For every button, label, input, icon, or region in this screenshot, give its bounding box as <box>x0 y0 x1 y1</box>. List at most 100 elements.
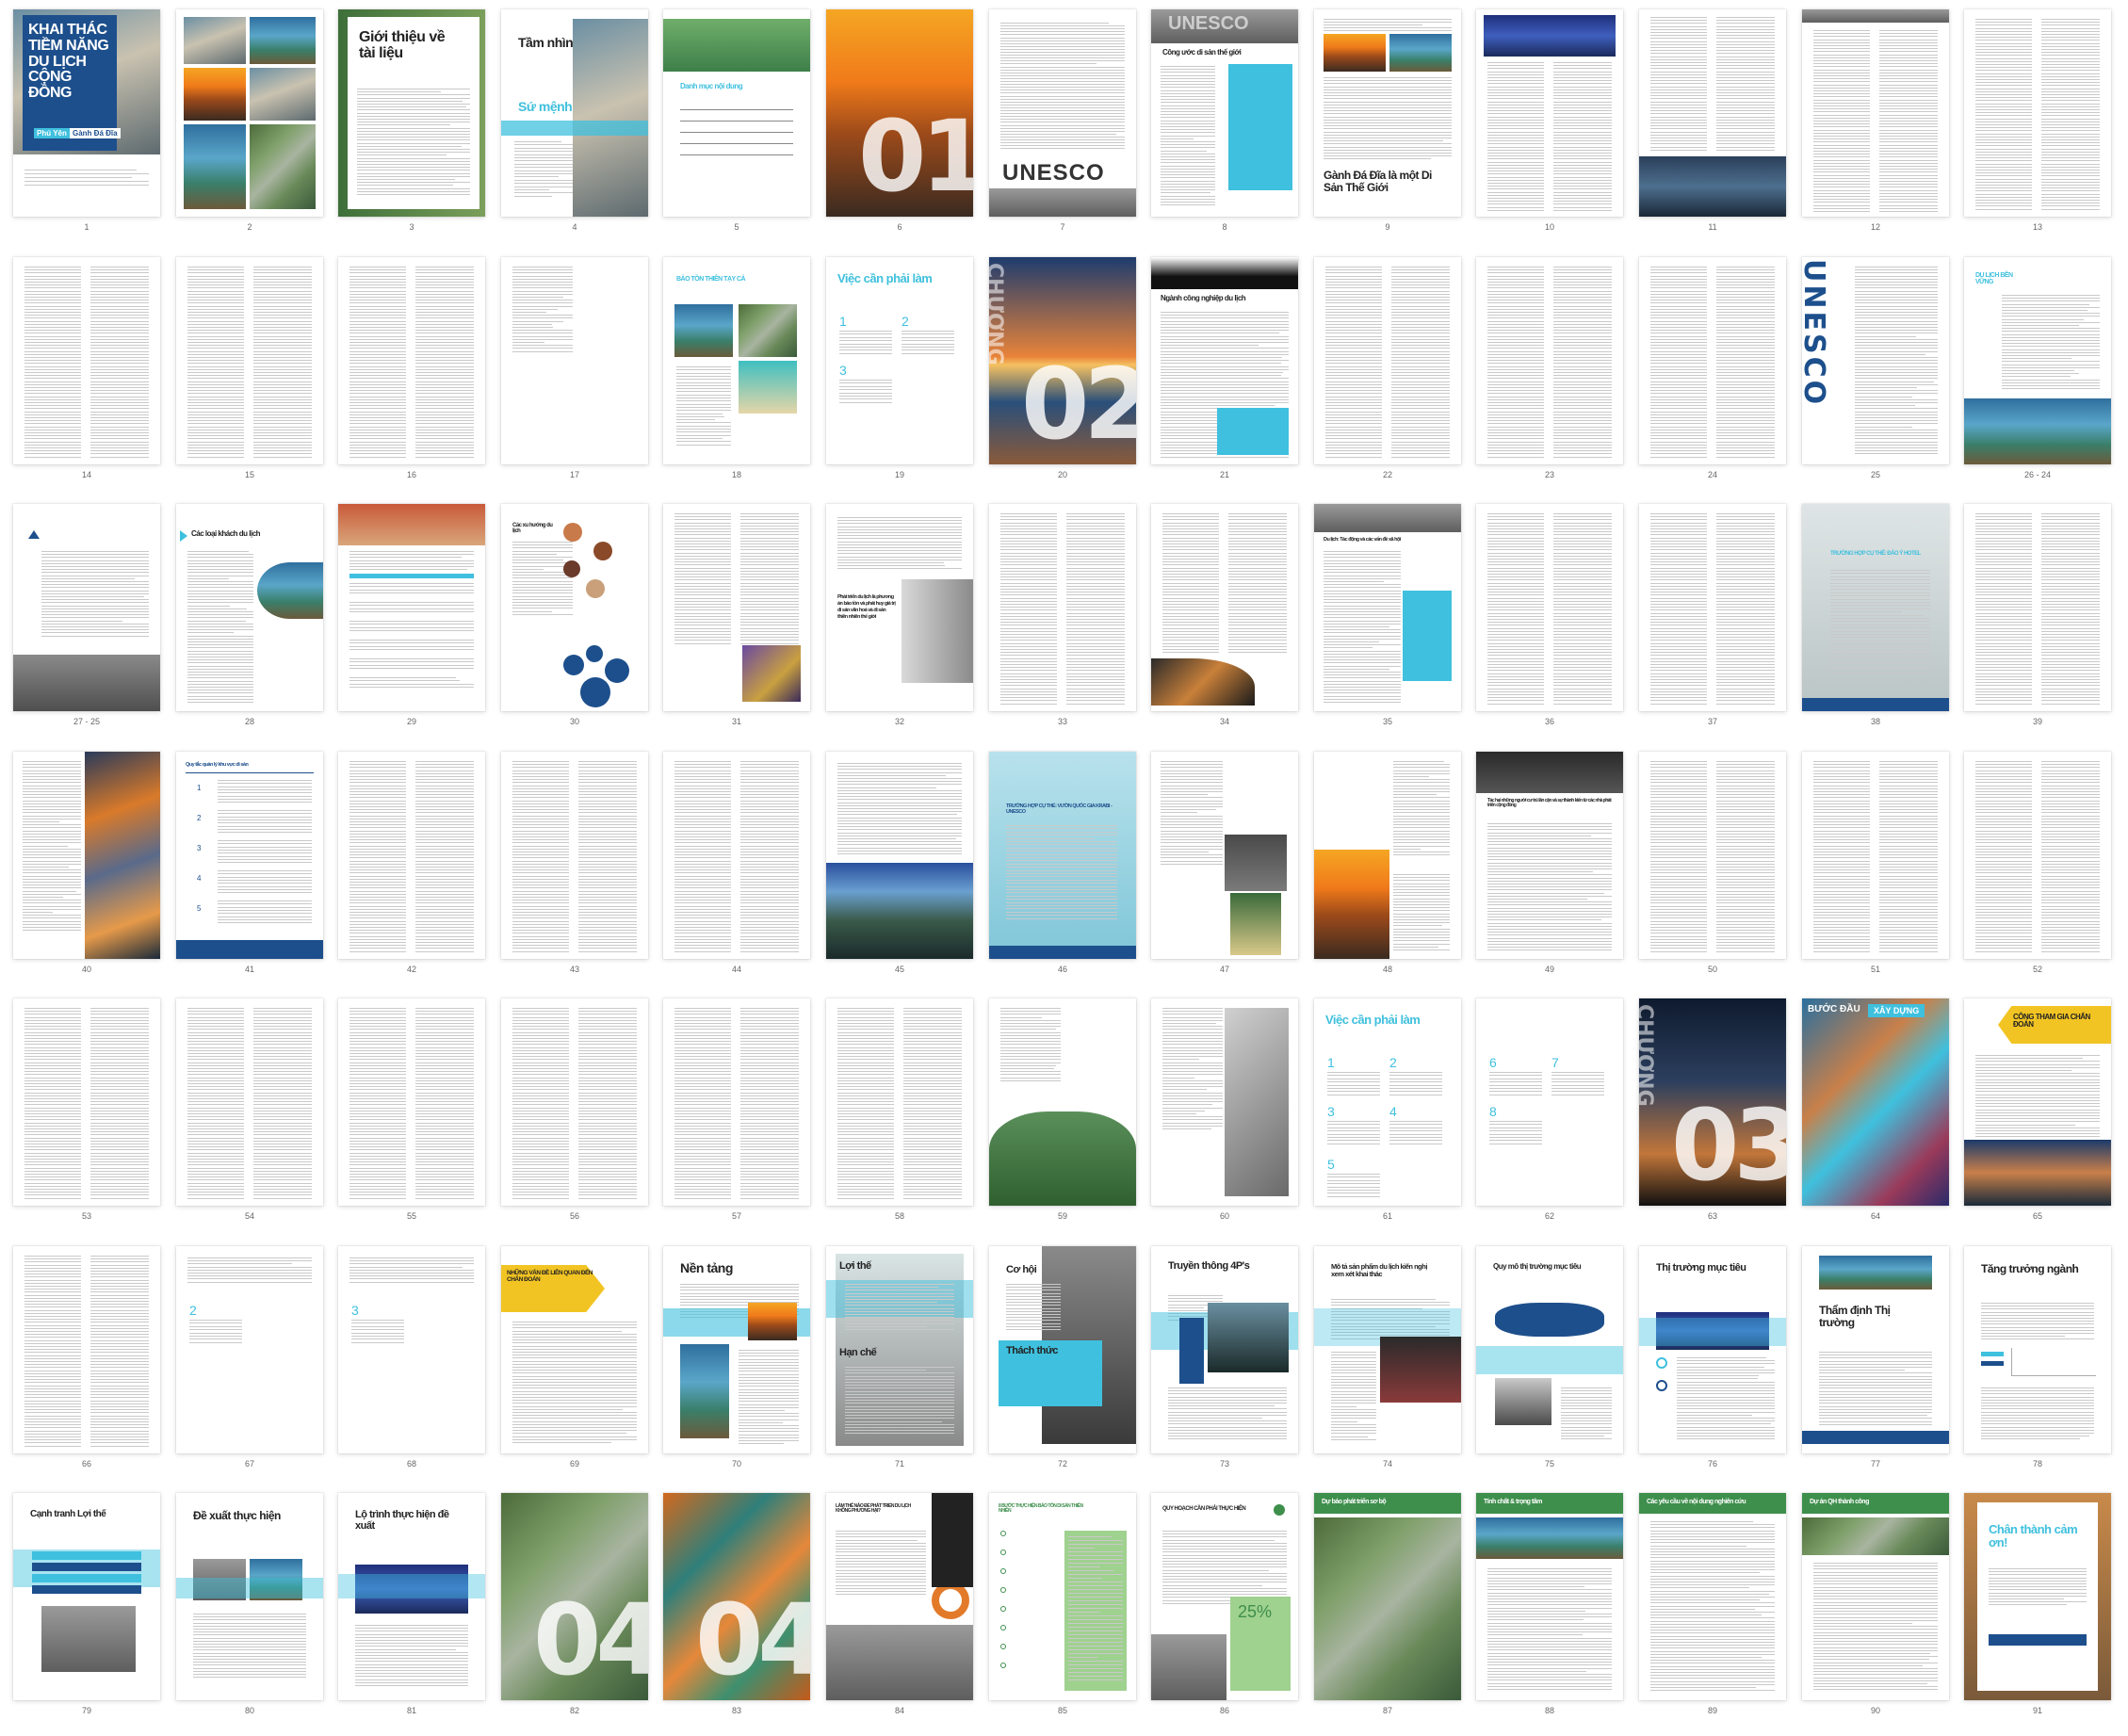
page-thumbnail[interactable]: 33 <box>982 500 1144 747</box>
page-preview[interactable]: UNESCO <box>989 9 1136 217</box>
page-thumbnail[interactable]: CHƯƠNG 02 20 <box>982 253 1144 500</box>
page-preview[interactable]: Giới thiệu về tài liệu <box>338 9 485 217</box>
page-thumbnail[interactable]: 56 <box>494 995 656 1241</box>
page-thumbnail[interactable]: 17 <box>494 253 656 500</box>
page-thumbnail[interactable]: 23 <box>1469 253 1631 500</box>
page-preview[interactable]: Tác hại những người cư trú lân cận và sự… <box>1476 752 1623 959</box>
page-thumbnail[interactable]: 31 <box>656 500 818 747</box>
page-preview[interactable] <box>1639 752 1786 959</box>
page-preview[interactable] <box>13 998 160 1206</box>
page-preview[interactable]: CHƯƠNG 02 <box>989 257 1136 464</box>
page-preview[interactable] <box>989 998 1136 1206</box>
page-preview[interactable] <box>176 9 323 217</box>
page-thumbnail[interactable]: 15 <box>169 253 331 500</box>
page-thumbnail[interactable]: 12 <box>1795 6 1957 252</box>
page-preview[interactable] <box>1151 752 1298 959</box>
page-preview[interactable] <box>13 504 160 711</box>
page-thumbnail[interactable]: 27 - 25 <box>6 500 168 747</box>
page-thumbnail[interactable]: 58 <box>819 995 981 1241</box>
page-thumbnail[interactable]: 2 67 <box>169 1242 331 1489</box>
page-thumbnail[interactable]: 39 <box>1957 500 2119 747</box>
page-preview[interactable]: Ngành công nghiệp du lịch <box>1151 257 1298 464</box>
page-thumbnail[interactable]: 53 <box>6 995 168 1241</box>
page-thumbnail[interactable]: Du lịch: Tác động và các vấn đề xã hội 35 <box>1307 500 1469 747</box>
page-thumbnail[interactable]: Ngành công nghiệp du lịch 21 <box>1144 253 1306 500</box>
page-thumbnail[interactable]: 43 <box>494 748 656 995</box>
page-thumbnail[interactable]: 24 <box>1632 253 1794 500</box>
page-thumbnail[interactable]: 42 <box>331 748 493 995</box>
page-preview[interactable] <box>826 998 973 1206</box>
page-preview[interactable] <box>1639 504 1786 711</box>
page-thumbnail[interactable]: 6 7 8 62 <box>1469 995 1631 1241</box>
page-preview[interactable] <box>13 752 160 959</box>
page-thumbnail[interactable]: Các loại khách du lịch 28 <box>169 500 331 747</box>
page-preview[interactable] <box>501 257 648 464</box>
page-thumbnail[interactable]: UNESCO Công ước di sản thế giới 8 <box>1144 6 1306 252</box>
page-thumbnail[interactable]: Tầm nhìn Sứ mệnh 4 <box>494 6 656 252</box>
page-preview[interactable] <box>1802 752 1949 959</box>
page-thumbnail[interactable]: BƯỚC ĐẦU XÂY DỰNG 64 <box>1795 995 1957 1241</box>
page-preview[interactable] <box>13 257 160 464</box>
page-preview[interactable]: BẢO TỒN THIÊN TẠY CẢ <box>663 257 810 464</box>
page-preview[interactable] <box>663 998 810 1206</box>
page-thumbnail[interactable]: 01 6 <box>819 6 981 252</box>
page-preview[interactable] <box>1964 752 2111 959</box>
page-thumbnail[interactable]: 16 <box>331 253 493 500</box>
page-thumbnail[interactable]: 51 <box>1795 748 1957 995</box>
page-preview[interactable]: DU LỊCH BỀN VỮNG <box>1964 257 2111 464</box>
page-thumbnail[interactable]: 59 <box>982 995 1144 1241</box>
page-preview[interactable]: Gành Đá Đĩa là một Di Sản Thế Giới <box>1314 9 1461 217</box>
page-preview[interactable]: 678 <box>1476 998 1623 1206</box>
page-thumbnail[interactable]: Gành Đá Đĩa là một Di Sản Thế Giới 9 <box>1307 6 1469 252</box>
page-preview[interactable] <box>338 998 485 1206</box>
page-thumbnail[interactable]: TRƯỜNG HỢP CỤ THỂ: ĐẢO Ý HOTEL 38 <box>1795 500 1957 747</box>
page-preview[interactable] <box>1314 752 1461 959</box>
page-preview[interactable]: Các xu hướng du lịch <box>501 504 648 711</box>
page-preview[interactable] <box>1964 504 2111 711</box>
page-preview[interactable]: 01 <box>826 9 973 217</box>
page-preview[interactable] <box>989 504 1136 711</box>
page-preview[interactable]: Quy tắc quản lý khu vực di sản 1 2 3 4 5 <box>176 752 323 959</box>
page-thumbnail[interactable]: Việc cần phải làm 1 2 3 19 <box>819 253 981 500</box>
page-preview[interactable] <box>826 752 973 959</box>
page-thumbnail[interactable]: Các xu hướng du lịch 30 <box>494 500 656 747</box>
page-thumbnail[interactable]: 45 <box>819 748 981 995</box>
page-preview[interactable]: Việc cần phải làm 1 2 3 4 5 <box>1314 998 1461 1206</box>
page-preview[interactable]: Việc cần phải làm 1 2 3 <box>826 257 973 464</box>
page-preview[interactable] <box>176 257 323 464</box>
page-preview[interactable] <box>176 998 323 1206</box>
page-thumbnail[interactable]: 44 <box>656 748 818 995</box>
page-preview[interactable] <box>1802 9 1949 217</box>
page-preview[interactable]: TRƯỜNG HỢP CỤ THỂ: VƯỜN QUỐC GIA KRABI -… <box>989 752 1136 959</box>
page-thumbnail[interactable]: 34 <box>1144 500 1306 747</box>
page-preview[interactable] <box>501 752 648 959</box>
page-thumbnail[interactable]: 55 <box>331 995 493 1241</box>
page-preview[interactable]: CHƯƠNG 03 <box>1639 998 1786 1206</box>
page-preview[interactable]: KHAI THÁC TIỀM NĂNG DU LỊCH CỘNG ĐỒNG Phú… <box>13 9 160 217</box>
page-thumbnail[interactable]: 60 <box>1144 995 1306 1241</box>
page-thumbnail[interactable]: 29 <box>331 500 493 747</box>
page-thumbnail[interactable]: 54 <box>169 995 331 1241</box>
page-preview[interactable] <box>1476 9 1623 217</box>
page-thumbnail[interactable]: 37 <box>1632 500 1794 747</box>
page-preview[interactable] <box>13 1246 160 1453</box>
page-thumbnail[interactable]: 48 <box>1307 748 1469 995</box>
page-thumbnail[interactable]: Việc cần phải làm 1 2 3 4 5 61 <box>1307 995 1469 1241</box>
page-thumbnail[interactable]: 10 <box>1469 6 1631 252</box>
page-preview[interactable] <box>338 257 485 464</box>
page-thumbnail[interactable]: 13 <box>1957 6 2119 252</box>
page-preview[interactable]: Các loại khách du lịch <box>176 504 323 711</box>
page-thumbnail[interactable]: Giới thiệu về tài liệu 3 <box>331 6 493 252</box>
page-preview[interactable] <box>1964 9 2111 217</box>
page-preview[interactable] <box>1476 504 1623 711</box>
page-preview[interactable] <box>501 998 648 1206</box>
page-thumbnail[interactable]: KHAI THÁC TIỀM NĂNG DU LỊCH CỘNG ĐỒNG Phú… <box>6 6 168 252</box>
page-thumbnail[interactable]: 52 <box>1957 748 2119 995</box>
page-thumbnail[interactable]: 40 <box>6 748 168 995</box>
page-thumbnail[interactable]: TRƯỜNG HỢP CỤ THỂ: VƯỜN QUỐC GIA KRABI -… <box>982 748 1144 995</box>
page-preview[interactable]: Du lịch: Tác động và các vấn đề xã hội <box>1314 504 1461 711</box>
page-thumbnail[interactable]: 14 <box>6 253 168 500</box>
page-thumbnail[interactable]: Tác hại những người cư trú lân cận và sự… <box>1469 748 1631 995</box>
page-preview[interactable]: TRƯỜNG HỢP CỤ THỂ: ĐẢO Ý HOTEL <box>1802 504 1949 711</box>
page-preview[interactable]: Phát triển du lịch là phương án bảo tồn … <box>826 504 973 711</box>
